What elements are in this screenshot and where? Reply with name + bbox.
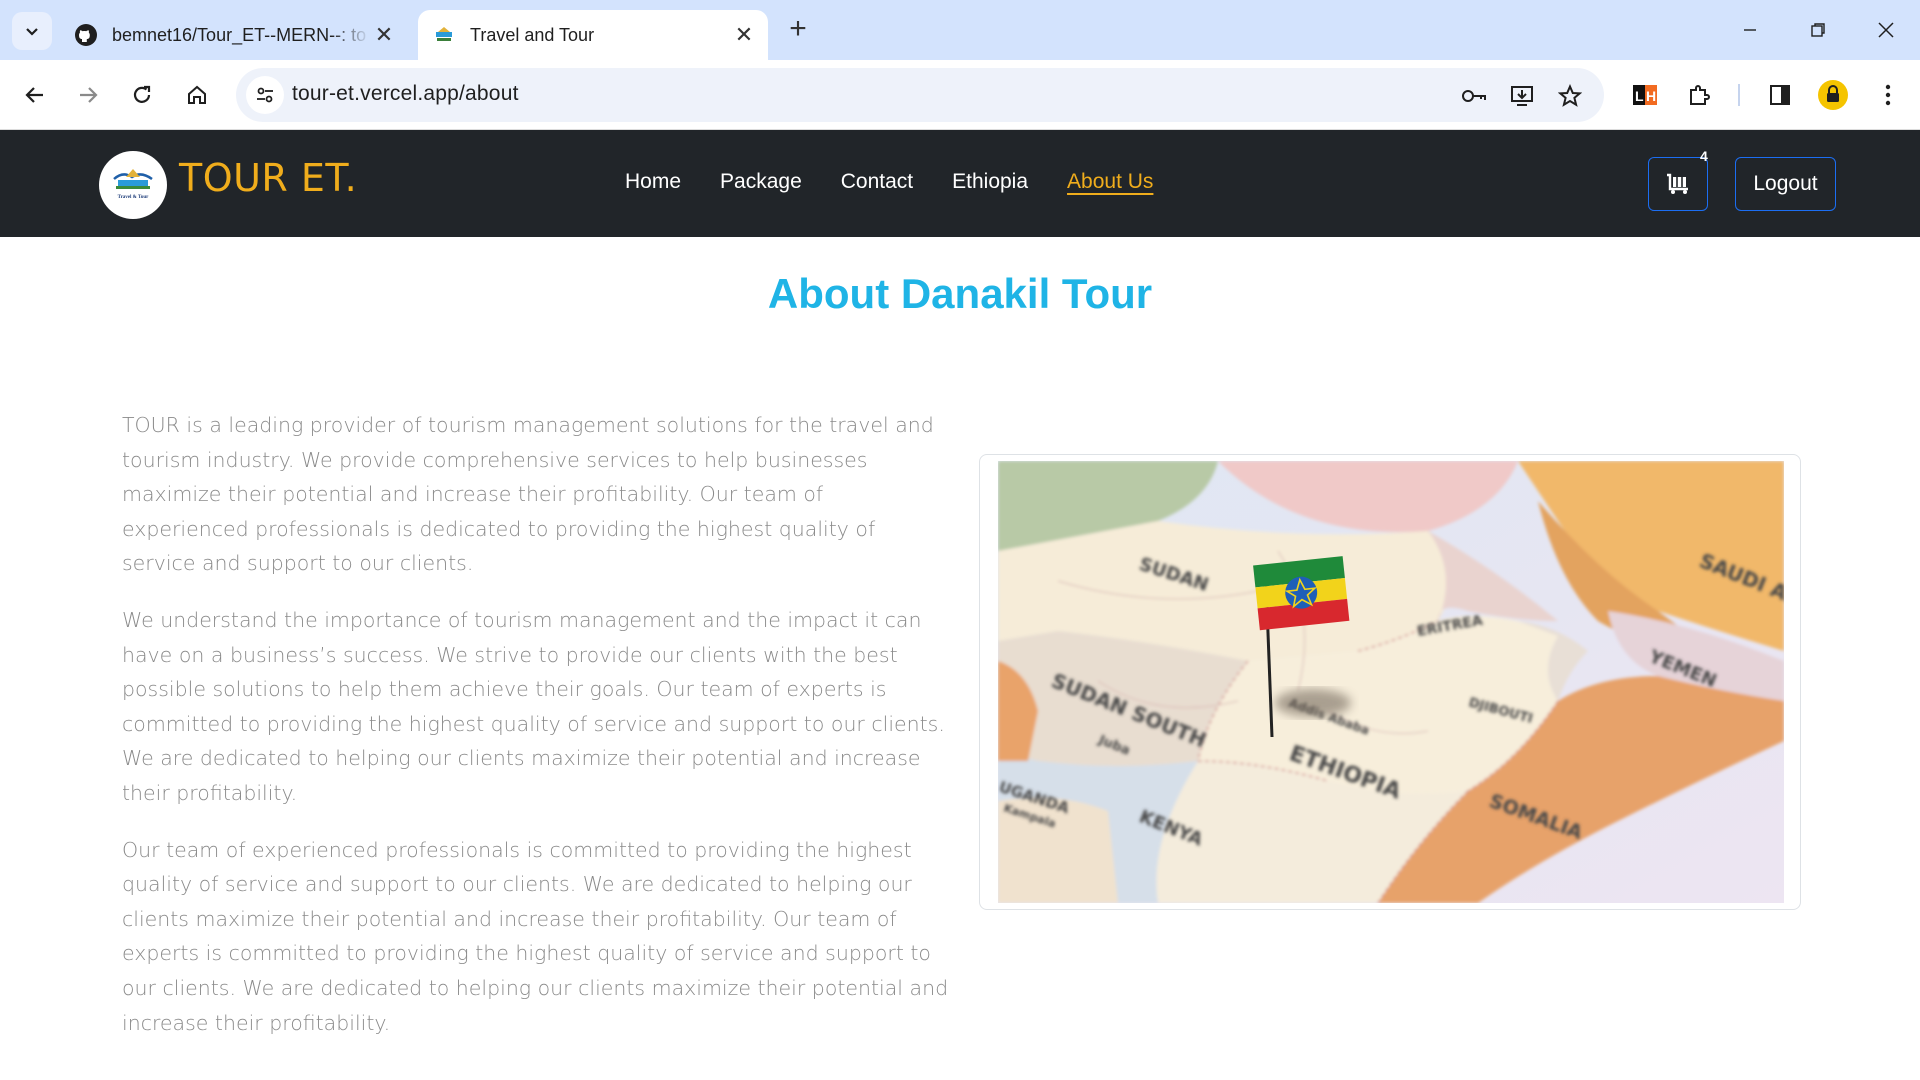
- github-icon: [74, 23, 98, 47]
- profile-avatar[interactable]: [1815, 77, 1851, 113]
- site-info-button[interactable]: [246, 76, 284, 114]
- back-button[interactable]: [15, 75, 55, 115]
- cart-button[interactable]: [1648, 157, 1708, 211]
- home-icon: [188, 85, 206, 104]
- new-tab-button[interactable]: +: [782, 14, 814, 46]
- nav-home[interactable]: Home: [625, 170, 681, 194]
- tab-search-button[interactable]: [12, 12, 52, 50]
- reload-button[interactable]: [122, 75, 162, 115]
- svg-text:H: H: [1646, 88, 1656, 104]
- close-tab-icon[interactable]: ✕: [370, 21, 398, 49]
- tune-icon: [257, 87, 273, 103]
- tab-github[interactable]: bemnet16/Tour_ET--MERN--: to ✕: [60, 10, 408, 60]
- svg-text:L: L: [1635, 88, 1644, 104]
- restore-button[interactable]: [1788, 10, 1848, 50]
- reload-icon: [133, 85, 151, 103]
- about-paragraph: We understand the importance of tourism …: [122, 607, 945, 805]
- address-bar[interactable]: tour-et.vercel.app/about: [236, 68, 1604, 122]
- site-logo[interactable]: Travel & Tour: [99, 151, 167, 219]
- chevron-down-icon: [26, 28, 38, 36]
- ethiopia-flag-map-illustration: SUDAN SAUDI ARABIA YEMEN ERITREA DJIBOUT…: [998, 461, 1784, 903]
- image-card: SUDAN SAUDI ARABIA YEMEN ERITREA DJIBOUT…: [979, 454, 1801, 910]
- minimize-icon: [1744, 29, 1756, 31]
- toolbar-divider: [1738, 84, 1740, 106]
- about-paragraph: TOUR is a leading provider of tourism ma…: [122, 413, 934, 576]
- site-navbar: Travel & Tour TOUR ET. Home Package Cont…: [0, 130, 1920, 237]
- forward-button[interactable]: [68, 75, 108, 115]
- logout-button[interactable]: Logout: [1735, 157, 1836, 211]
- extensions-puzzle-icon[interactable]: [1681, 77, 1717, 113]
- logo-icon: Travel & Tour: [113, 169, 153, 200]
- home-button[interactable]: [177, 75, 217, 115]
- main-nav: Home Package Contact Ethiopia About Us: [625, 170, 1192, 194]
- about-paragraph: Our team of experienced professionals is…: [122, 837, 949, 1035]
- arrow-right-icon: [80, 87, 98, 103]
- url-text: tour-et.vercel.app/about: [292, 82, 519, 105]
- key-icon[interactable]: [1458, 80, 1490, 112]
- ethiopia-map-image: SUDAN SAUDI ARABIA YEMEN ERITREA DJIBOUT…: [998, 461, 1784, 903]
- close-tab-icon[interactable]: ✕: [730, 21, 758, 49]
- restore-icon: [1811, 23, 1825, 37]
- minimize-button[interactable]: [1720, 10, 1780, 50]
- nav-about-us[interactable]: About Us: [1067, 170, 1153, 194]
- luggage-cart-icon: [1667, 173, 1688, 194]
- install-app-icon[interactable]: [1506, 80, 1538, 112]
- close-icon: [1878, 22, 1894, 38]
- page-title: About Danakil Tour: [767, 270, 1153, 317]
- cart-count-badge: 4: [1700, 148, 1708, 164]
- nav-ethiopia[interactable]: Ethiopia: [952, 170, 1028, 194]
- site-favicon-icon: [432, 23, 456, 47]
- nav-package[interactable]: Package: [720, 170, 802, 194]
- tab-title: Travel and Tour: [470, 24, 595, 45]
- bookmark-star-icon[interactable]: [1554, 80, 1586, 112]
- browser-tab-bar: bemnet16/Tour_ET--MERN--: to ✕ Travel an…: [0, 0, 1920, 60]
- lighthouse-extension-icon[interactable]: LH: [1627, 77, 1663, 113]
- svg-text:Travel & Tour: Travel & Tour: [118, 195, 150, 200]
- nav-contact[interactable]: Contact: [841, 170, 913, 194]
- brand-name[interactable]: TOUR ET.: [179, 156, 357, 200]
- side-panel-icon[interactable]: [1762, 77, 1798, 113]
- tab-travel-and-tour[interactable]: Travel and Tour ✕: [418, 10, 768, 60]
- menu-kebab-icon[interactable]: [1870, 77, 1906, 113]
- close-window-button[interactable]: [1856, 10, 1916, 50]
- tab-title: bemnet16/Tour_ET--MERN--: to: [112, 24, 367, 45]
- arrow-left-icon: [25, 87, 43, 103]
- browser-toolbar: tour-et.vercel.app/about LH: [0, 60, 1920, 130]
- about-text: TOUR is a leading provider of tourism ma…: [122, 408, 952, 1062]
